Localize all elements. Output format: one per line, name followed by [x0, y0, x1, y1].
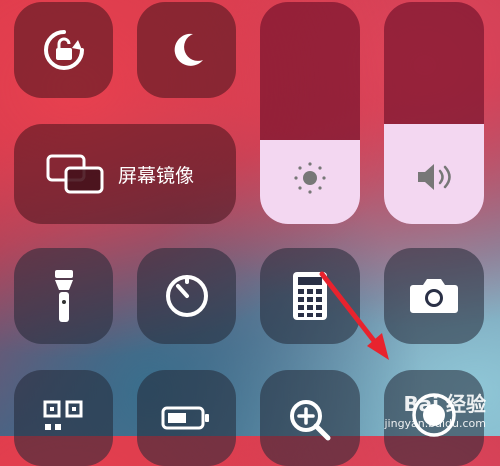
screen-mirroring-icon	[46, 154, 104, 194]
battery-icon	[161, 406, 209, 430]
magnifier-icon	[290, 400, 331, 441]
camera-button[interactable]	[384, 248, 484, 344]
timer-button[interactable]	[137, 248, 236, 344]
camera-icon	[410, 279, 458, 313]
sun-icon	[294, 162, 326, 194]
do-not-disturb-button[interactable]	[137, 2, 236, 98]
timer-icon	[165, 275, 208, 317]
volume-slider[interactable]	[384, 2, 484, 224]
calculator-button[interactable]	[260, 248, 360, 344]
qr-scanner-button[interactable]	[14, 370, 113, 466]
watermark: Bai 经验 jingyan.baidu.com	[384, 388, 486, 430]
low-power-mode-button[interactable]	[137, 370, 236, 466]
speaker-icon	[418, 164, 451, 190]
screen-mirroring-label: 屏幕镜像	[118, 165, 195, 187]
watermark-brand: Bai 经验	[403, 392, 486, 416]
brightness-slider[interactable]	[260, 2, 360, 224]
watermark-url: jingyan.baidu.com	[384, 417, 486, 430]
orientation-lock-icon	[43, 30, 84, 70]
qr-code-icon	[43, 400, 83, 430]
moon-icon	[174, 33, 203, 66]
flashlight-button[interactable]	[14, 248, 113, 344]
magnifier-button[interactable]	[260, 370, 360, 466]
calculator-icon	[293, 272, 327, 320]
orientation-lock-button[interactable]	[14, 2, 113, 98]
flashlight-icon	[54, 270, 73, 322]
